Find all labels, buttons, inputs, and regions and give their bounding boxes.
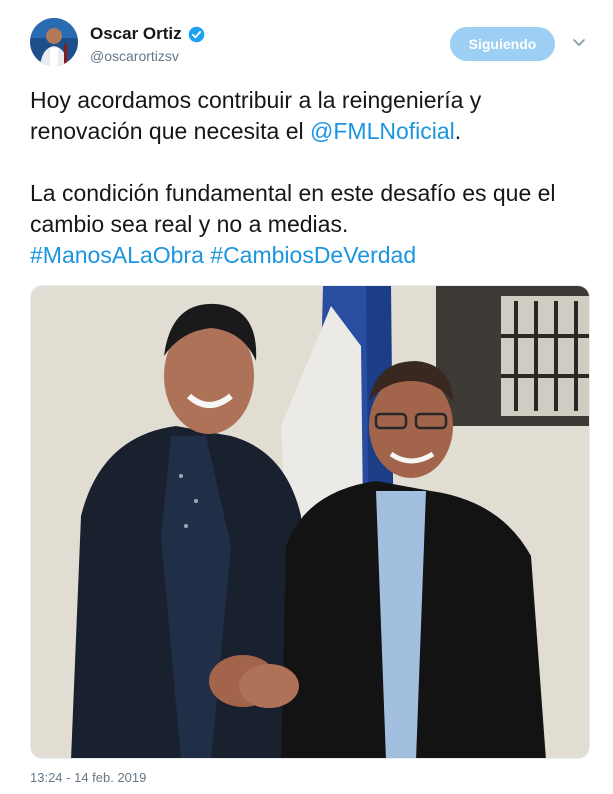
avatar-image xyxy=(30,18,78,66)
user-handle[interactable]: @oscarortizsv xyxy=(90,48,179,64)
tweet-text-segment: La condición fundamental en este desafío… xyxy=(30,180,556,237)
name-row: Oscar Ortiz xyxy=(90,24,205,44)
mention-link[interactable]: @FMLNoficial xyxy=(310,118,455,144)
display-name[interactable]: Oscar Ortiz xyxy=(90,24,182,44)
tweet-card: Oscar Ortiz @oscarortizsv Siguiendo Hoy … xyxy=(0,0,613,794)
following-button[interactable]: Siguiendo xyxy=(450,27,555,61)
photo-image xyxy=(31,286,589,758)
tweet-paragraph-1: Hoy acordamos contribuir a la reingenier… xyxy=(30,85,590,147)
tweet-text: Hoy acordamos contribuir a la reingenier… xyxy=(30,85,590,271)
hashtag-link[interactable]: #CambiosDeVerdad xyxy=(210,242,416,268)
tweet-paragraph-2: La condición fundamental en este desafío… xyxy=(30,178,590,271)
chevron-down-icon[interactable] xyxy=(572,38,586,48)
tweet-photo[interactable] xyxy=(30,285,590,759)
hashtag-link[interactable]: #ManosALaObra xyxy=(30,242,204,268)
tweet-text-segment: . xyxy=(454,118,462,144)
timestamp[interactable]: 13:24 - 14 feb. 2019 xyxy=(30,770,146,785)
avatar[interactable] xyxy=(30,18,78,66)
verified-badge-icon xyxy=(188,26,204,42)
